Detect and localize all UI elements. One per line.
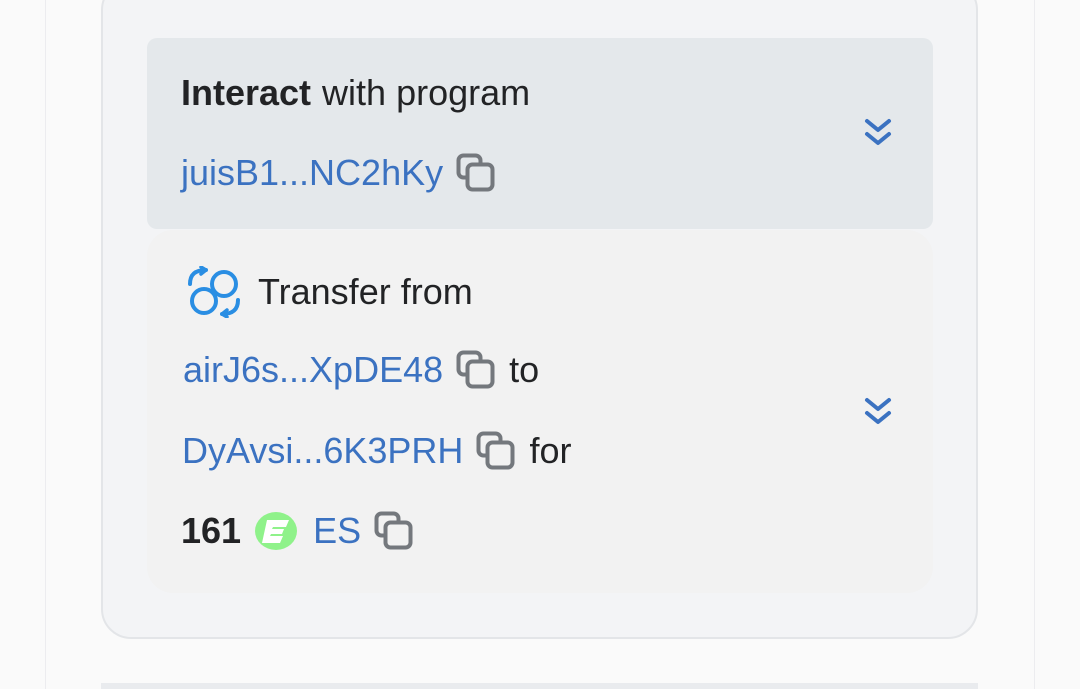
- with-program-label: with program: [322, 72, 531, 113]
- chevrons-down-icon[interactable]: [864, 118, 892, 148]
- chevrons-down-icon[interactable]: [864, 397, 892, 427]
- next-card-edge: [101, 683, 978, 689]
- to-address-link[interactable]: DyAvsi...6K3PRH: [182, 430, 463, 472]
- transfer-to-row: DyAvsi...6K3PRH for: [182, 428, 571, 474]
- copy-icon[interactable]: [456, 350, 496, 390]
- transfer-icon: [186, 266, 242, 318]
- program-address-link[interactable]: juisB1...NC2hKy: [181, 152, 443, 194]
- interact-heading: Interact with program: [181, 70, 530, 116]
- interact-label: Interact: [181, 72, 312, 113]
- token-symbol-link[interactable]: ES: [313, 510, 361, 552]
- transfer-from-row: airJ6s...XpDE48 to: [183, 347, 539, 393]
- es-token-logo: [253, 510, 299, 552]
- copy-icon[interactable]: [456, 153, 496, 193]
- from-address-link[interactable]: airJ6s...XpDE48: [183, 349, 443, 391]
- transfer-amount: 161: [181, 510, 242, 551]
- to-label: to: [509, 349, 540, 390]
- copy-icon[interactable]: [374, 511, 414, 551]
- for-label: for: [529, 430, 572, 471]
- program-address-row: juisB1...NC2hKy: [181, 150, 496, 196]
- transfer-title: Transfer from: [258, 271, 473, 312]
- instruction-header[interactable]: [147, 38, 933, 229]
- copy-icon[interactable]: [476, 431, 516, 471]
- transfer-title-row: Transfer from: [186, 266, 473, 318]
- transfer-amount-row: 161 ES: [181, 508, 414, 554]
